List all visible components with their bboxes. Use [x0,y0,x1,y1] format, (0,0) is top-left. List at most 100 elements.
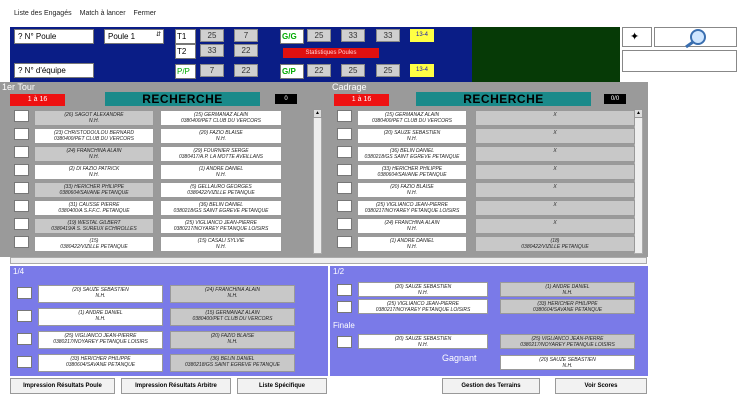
cell-line: N.H. [407,190,417,196]
checkbox[interactable] [14,146,29,158]
match-entry[interactable]: (20) SAUZE SEBASTIEN N.H. [38,285,163,303]
match-entry[interactable]: (1) ANDRE DANIEL N.H. [38,308,163,326]
checkbox[interactable] [14,236,29,248]
checkbox[interactable] [14,182,29,194]
stats-button[interactable]: Statistiques Poules [283,48,379,58]
checkbox[interactable] [14,128,29,140]
match-entry[interactable]: (15) 0380422/VIZILLE PETANQUE [34,236,154,252]
match-entry[interactable]: (1) ANDRE DANIEL N.H. [500,282,635,297]
match-entry[interactable]: X [475,128,635,144]
match-entry[interactable]: (15) GERMANAZ ALAIN 0380400/PET CLUB DU V… [170,308,295,326]
cadrage-title: Cadrage [332,82,367,92]
match-entry[interactable]: (23) CHRISTODOULOU BERNARD 0380400/PET CL… [34,128,154,144]
match-entry[interactable]: (19) WESTAL GILBERT 0380419/A S. SUREUX E… [34,218,154,234]
checkbox[interactable] [17,287,32,299]
scroll-up-icon[interactable]: ▲ [313,109,322,118]
poule-select[interactable]: Poule 1 ⇵ [104,29,164,44]
cell-line: 0380422/VIZILLE PETANQUE [187,190,255,196]
wand-icon: ✦ [630,31,640,43]
header-panel: ? N° Poule Poule 1 ⇵ ? N° d'équipe T1 25 … [10,27,472,82]
match-entry[interactable]: (25) VIGLIANCO JEAN-PIERRE 0380217/NOYARE… [358,299,488,314]
checkbox[interactable] [337,110,352,122]
tools-button[interactable]: ✦ [622,27,652,47]
match-entry[interactable]: (24) FRANCHINA ALAIN N.H. [170,285,295,303]
menu-liste-engages[interactable]: Liste des Engagés [14,10,72,17]
match-entry[interactable]: X [475,146,635,162]
blank-field[interactable] [622,50,737,72]
cadrage-scrollbar[interactable] [634,109,643,254]
match-entry[interactable]: (1) ANDRE DANIEL N.H. [160,164,282,180]
tour1-range[interactable]: 1 à 16 [10,94,65,106]
horizontal-scrollbar[interactable] [10,257,647,264]
match-entry[interactable]: (36) BELIN DANIEL 0380218/GS SAINT EGREVE… [170,354,295,372]
match-entry[interactable]: (25) VIGLIANCO JEAN-PIERRE 0380217/NOYARE… [357,200,467,216]
cadrage-count: 0/0 [604,94,626,104]
pp-label: P/P [175,64,196,79]
checkbox[interactable] [17,310,32,322]
checkbox[interactable] [337,182,352,194]
match-entry[interactable]: (20) FAZIO BLAISE N.H. [170,331,295,349]
match-entry[interactable]: (18) 0380422/VIZILLE PETANQUE [475,236,635,252]
match-entry[interactable]: (5) GELLAURO GEORGES 0380422/VIZILLE PETA… [160,182,282,198]
cadrage-range[interactable]: 1 à 16 [334,94,389,106]
cell-line: 0380400/PET CLUB DU VERCORS [371,118,453,124]
match-entry[interactable]: (20) SAUZE SEBASTIEN N.H. [358,282,488,297]
finale-entry[interactable]: (25) VIGLIANCO JEAN-PIERRE 0380217/NOYARE… [500,334,635,349]
match-entry[interactable]: (20) SAUZE SEBASTIEN N.H. [357,128,467,144]
match-entry[interactable]: (24) FRANCHINA ALAIN N.H. [357,218,467,234]
checkbox[interactable] [337,164,352,176]
match-entry[interactable]: (20) FAZIO BLAISE N.H. [160,128,282,144]
match-entry[interactable]: (25) VIGLIANCO JEAN-PIERRE 0380217/NOYARE… [160,218,282,234]
match-entry[interactable]: (36) BELIN DANIEL 0380218/GS SAINT EGREVE… [160,200,282,216]
tour1-scrollbar[interactable] [313,109,322,254]
spinner-icon[interactable]: ⇵ [156,30,161,41]
match-entry[interactable]: (33) HERICHER PHILIPPE 0380604/SAVANE PET… [500,299,635,314]
match-entry[interactable]: (15) GERMANAZ ALAIN 0380400/PET CLUB DU V… [160,110,282,126]
match-entry[interactable]: X [475,164,635,180]
match-entry[interactable]: X [475,182,635,198]
match-entry[interactable]: (33) HERICHER PHILIPPE 0380604/SAVANE PET… [34,182,154,198]
checkbox[interactable] [14,218,29,230]
match-entry[interactable]: (15) CASALI SYLVIE N.H. [160,236,282,252]
match-entry[interactable]: (31) CAUSSE PIERRE 0380400/A S.F.F.C. PET… [34,200,154,216]
match-entry[interactable]: (25) VIGLIANCO JEAN-PIERRE 0380217/NOYARE… [38,331,163,349]
match-entry[interactable]: (36) BELIN DANIEL 0380218/GS SAINT EGREVE… [357,146,467,162]
match-entry[interactable]: (2) DI FAZIO PATRICK N.H. [34,164,154,180]
match-entry[interactable]: (15) GERMANAZ ALAIN 0380400/PET CLUB DU V… [357,110,467,126]
equipe-label[interactable]: ? N° d'équipe [14,63,94,78]
match-entry[interactable]: (24) FRANCHINA ALAIN N.H. [34,146,154,162]
checkbox[interactable] [337,284,352,296]
checkbox[interactable] [14,110,29,122]
match-entry[interactable]: (26) SAGOT ALEXANDRE N.H. [34,110,154,126]
scroll-up-icon[interactable]: ▲ [634,109,643,118]
checkbox[interactable] [337,200,352,212]
checkbox[interactable] [337,146,352,158]
checkbox[interactable] [337,218,352,230]
match-entry[interactable]: X [475,200,635,216]
search-button[interactable] [654,27,737,48]
checkbox[interactable] [337,236,352,248]
menu-fermer[interactable]: Fermer [134,10,157,17]
finale-entry[interactable]: (20) SAUZE SEBASTIEN N.H. [500,355,635,370]
checkbox[interactable] [14,200,29,212]
checkbox[interactable] [17,356,32,368]
match-entry[interactable]: (20) FAZIO BLAISE N.H. [357,182,467,198]
poule-label[interactable]: ? N° Poule [14,29,94,44]
checkbox[interactable] [14,164,29,176]
checkbox[interactable] [337,301,352,313]
match-entry[interactable]: (33) HERICHER PHILIPPE 0380604/SAVANE PET… [357,164,467,180]
checkbox[interactable] [337,128,352,140]
menu-match-a-lancer[interactable]: Match à lancer [80,10,126,17]
checkbox[interactable] [17,333,32,345]
cadrage-search[interactable]: RECHERCHE [416,92,591,106]
cell-line: N.H. [95,316,106,322]
cell-line: X [553,184,557,190]
match-entry[interactable]: (33) HERICHER PHILIPPE 0380604/SAVANE PET… [38,354,163,372]
finale-entry[interactable]: (20) SAUZE SEBASTIEN N.H. [358,334,488,349]
checkbox[interactable] [337,336,352,348]
match-entry[interactable]: (1) ANDRE DANIEL N.H. [357,236,467,252]
match-entry[interactable]: X [475,110,635,126]
match-entry[interactable]: X [475,218,635,234]
match-entry[interactable]: (29) FOURNIER SERGE 0380417/A.P. LA MOTTE… [160,146,282,162]
tour1-search[interactable]: RECHERCHE [105,92,260,106]
